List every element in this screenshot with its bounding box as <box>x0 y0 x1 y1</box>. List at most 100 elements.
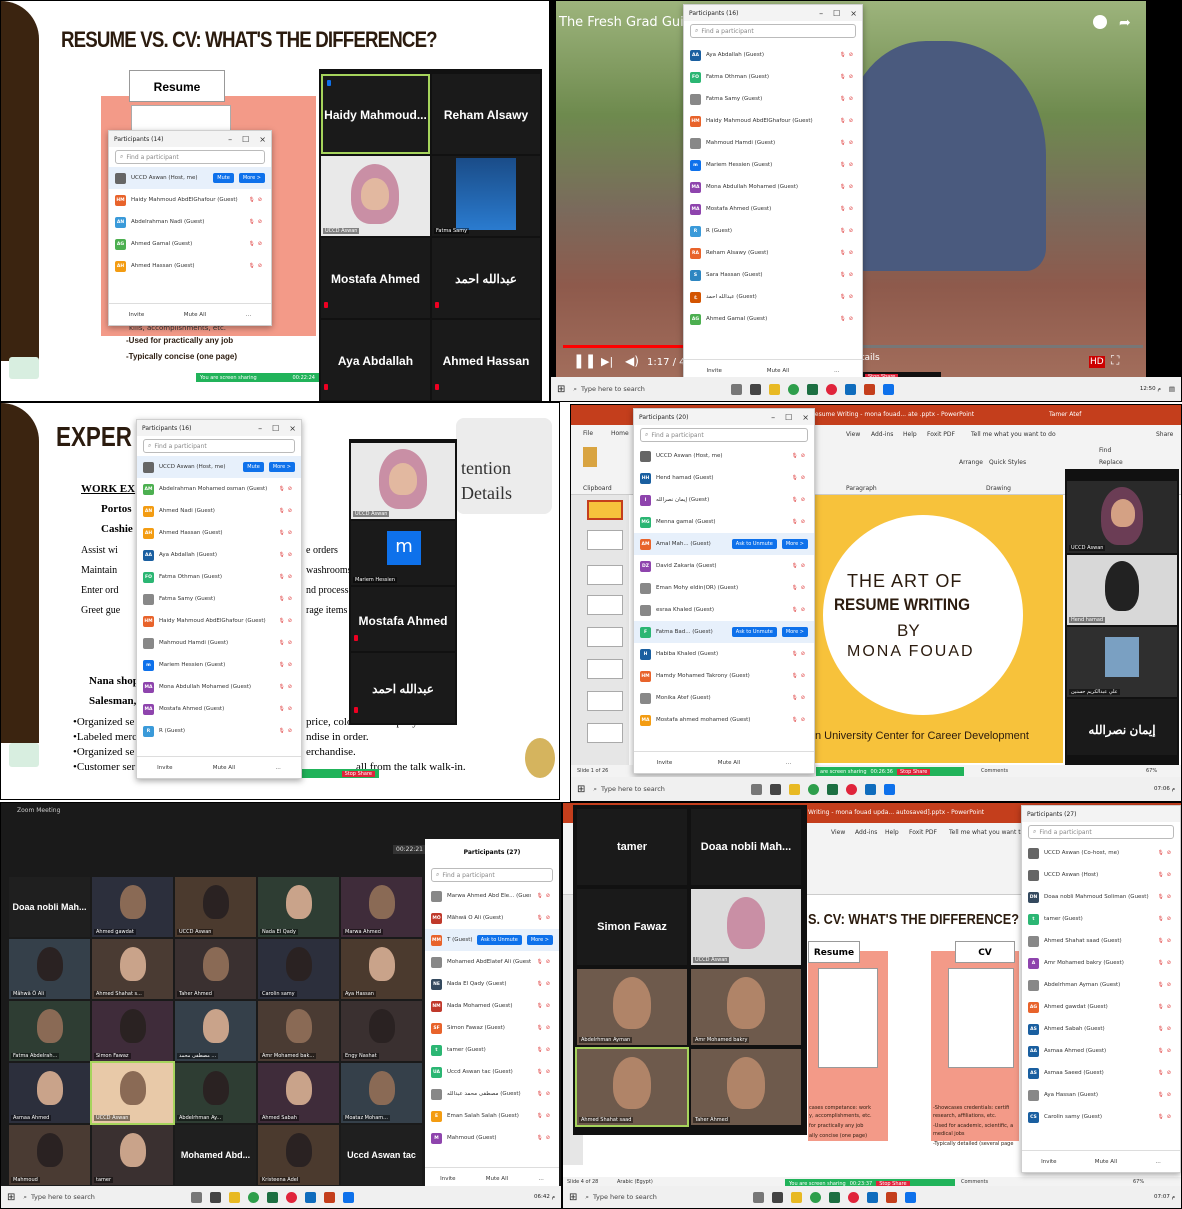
participant-row[interactable]: MA Mostafa Ahmed (Guest) 🎙︎⊘ <box>684 198 862 220</box>
search-input[interactable]: ⌕ Find a participant <box>115 150 265 164</box>
excel-icon[interactable] <box>829 1191 841 1203</box>
video-tile[interactable]: Mahmoud <box>9 1125 90 1185</box>
unmute-button[interactable]: Mute <box>243 462 264 472</box>
chrome-icon[interactable] <box>248 1191 260 1203</box>
mic-muted-icon[interactable]: 🎙︎⊘ <box>1157 894 1174 900</box>
minimize-icon[interactable]: – <box>258 424 262 433</box>
search-input[interactable]: ⌕ Find a participant <box>690 24 856 38</box>
video-tile[interactable]: Simon Fawaz <box>92 1001 173 1061</box>
minimize-icon[interactable]: – <box>771 413 775 422</box>
video-tile-camera[interactable]: UCCD Aswan <box>321 156 430 236</box>
mic-muted-icon[interactable]: 🎙︎⊘ <box>791 717 808 723</box>
mic-muted-icon[interactable]: 🎙︎⊘ <box>791 695 808 701</box>
participant-row[interactable]: R R (Guest) 🎙︎⊘ <box>684 220 862 242</box>
video-tile[interactable]: Ahmed Shahat s... <box>92 939 173 999</box>
share-button[interactable]: Share <box>1156 431 1173 438</box>
mic-muted-icon[interactable]: 🎙︎⊘ <box>536 1003 553 1009</box>
store-icon[interactable] <box>210 1191 222 1203</box>
menu-foxit[interactable]: Foxit PDF <box>909 829 937 836</box>
excel-icon[interactable] <box>827 783 839 795</box>
participant-row[interactable]: F Fatma Bad... (Guest) Ask to Unmute More > <box>634 621 814 643</box>
video-tile[interactable]: Ahmed Sabah <box>258 1063 339 1123</box>
more-icon[interactable]: … <box>538 1176 544 1182</box>
mic-muted-icon[interactable]: 🎙︎⊘ <box>1157 850 1174 856</box>
video-tile[interactable]: Aya Hassan <box>341 939 422 999</box>
outlook-icon[interactable] <box>845 383 857 395</box>
participant-row[interactable]: A Amr Mohamed bakry (Guest) 🎙︎⊘ <box>1022 952 1180 974</box>
video-tile[interactable]: tamer <box>577 809 687 885</box>
explorer-icon[interactable] <box>229 1191 241 1203</box>
mic-muted-icon[interactable]: 🎙︎⊘ <box>1157 1070 1174 1076</box>
close-icon[interactable]: × <box>850 9 857 18</box>
more-icon[interactable]: … <box>275 765 281 771</box>
excel-icon[interactable] <box>267 1191 279 1203</box>
participant-row[interactable]: UA Uccd Aswan tac (Guest) 🎙︎⊘ <box>425 1061 559 1083</box>
video-tile[interactable]: Abdelrhman Ay... <box>175 1063 256 1123</box>
opera-icon[interactable] <box>286 1191 298 1203</box>
video-tile[interactable]: Mostafa Ahmed <box>321 238 430 318</box>
menu-view[interactable]: View <box>831 829 845 836</box>
mic-muted-icon[interactable]: 🎙︎⊘ <box>791 585 808 591</box>
video-tile[interactable]: Fatma Abdelrah... <box>9 1001 90 1061</box>
mic-muted-icon[interactable]: 🎙︎⊘ <box>839 250 856 256</box>
participant-row[interactable]: HH Hend hamad (Guest) 🎙︎⊘ <box>634 467 814 489</box>
share-icon[interactable]: ➦ <box>1119 15 1131 31</box>
zoom-icon[interactable] <box>343 1191 355 1203</box>
participant-row[interactable]: MM T (Guest) Ask to Unmute More > <box>425 929 559 951</box>
mic-muted-icon[interactable]: 🎙︎⊘ <box>536 1113 553 1119</box>
mic-muted-icon[interactable]: 🎙︎⊘ <box>1157 982 1174 988</box>
participant-row[interactable]: NM Nada Mohamed (Guest) 🎙︎⊘ <box>425 995 559 1017</box>
store-icon[interactable] <box>750 383 762 395</box>
mic-muted-icon[interactable]: 🎙︎⊘ <box>839 206 856 212</box>
stop-share-button[interactable]: Stop Share <box>341 770 375 777</box>
more-icon[interactable]: … <box>834 368 840 374</box>
slide-thumb[interactable] <box>587 691 623 711</box>
windows-start-icon[interactable]: ⊞ <box>569 1192 577 1203</box>
outlook-icon[interactable] <box>867 1191 879 1203</box>
unmute-button[interactable]: Ask to Unmute <box>731 627 777 637</box>
participant-row[interactable]: Mahmoud Hamdi (Guest) 🎙︎⊘ <box>137 632 301 654</box>
mic-muted-icon[interactable]: 🎙︎⊘ <box>791 497 808 503</box>
excel-icon[interactable] <box>807 383 819 395</box>
zoom-icon[interactable] <box>883 383 895 395</box>
video-tile[interactable]: Abdelrhman Ayman <box>577 969 687 1045</box>
participant-row[interactable]: HM Hamdy Mohamed Takrony (Guest) 🎙︎⊘ <box>634 665 814 687</box>
mic-muted-icon[interactable]: 🎙︎⊘ <box>278 486 295 492</box>
store-icon[interactable] <box>772 1191 784 1203</box>
slide-thumb[interactable] <box>587 627 623 647</box>
video-tile[interactable]: UCCD Aswan <box>175 877 256 937</box>
participant-row[interactable]: E Eman Salah Salah (Guest) 🎙︎⊘ <box>425 1105 559 1127</box>
screen-share-bar[interactable]: You are screen sharing 00:22:24 <box>196 373 319 382</box>
mic-muted-icon[interactable]: 🎙︎⊘ <box>1157 1092 1174 1098</box>
mic-muted-icon[interactable]: 🎙︎⊘ <box>278 728 295 734</box>
unmute-button[interactable]: Ask to Unmute <box>476 935 522 945</box>
participant-row[interactable]: HM Haidy Mahmoud AbdElGhafour (Guest) 🎙︎⊘ <box>684 110 862 132</box>
notification-icon[interactable]: ▤ <box>1169 385 1175 393</box>
participant-row[interactable]: Mohamed AbdElatef Ali (Guest) 🎙︎⊘ <box>425 951 559 973</box>
video-tile-camera[interactable]: Hend hamad <box>1067 555 1177 625</box>
participant-row[interactable]: UCCD Aswan (Host, me) 🎙︎⊘ <box>634 445 814 467</box>
video-tile[interactable]: Ahmed Hassan <box>432 320 540 400</box>
participant-row[interactable]: t tamer (Guest) 🎙︎⊘ <box>425 1039 559 1061</box>
quick-styles-button[interactable]: Quick Styles <box>989 459 1026 466</box>
stop-share-button[interactable]: Stop Share <box>896 768 931 775</box>
participant-row[interactable]: AS Ahmed Sabah (Guest) 🎙︎⊘ <box>1022 1018 1180 1040</box>
arrange-button[interactable]: Arrange <box>959 459 983 466</box>
zoom-level[interactable]: 67% <box>1133 1179 1144 1185</box>
mic-muted-icon[interactable]: 🎙︎⊘ <box>536 1069 553 1075</box>
participant-row[interactable]: AM Abdelrahman Mohamed osman (Guest) 🎙︎⊘ <box>137 478 301 500</box>
opera-icon[interactable] <box>826 383 838 395</box>
participant-row[interactable]: SF Simon Fawaz (Guest) 🎙︎⊘ <box>425 1017 559 1039</box>
menu-view[interactable]: View <box>846 431 860 438</box>
video-tile[interactable]: عبدالله احمد <box>351 653 455 723</box>
powerpoint-icon[interactable] <box>864 383 876 395</box>
invite-button[interactable]: Invite <box>157 765 172 771</box>
participant-row[interactable]: Fatma Samy (Guest) 🎙︎⊘ <box>137 588 301 610</box>
slide-thumb[interactable] <box>587 595 623 615</box>
mic-muted-icon[interactable]: 🎙︎⊘ <box>839 162 856 168</box>
zoom-level[interactable]: 67% <box>1146 768 1157 774</box>
more-icon[interactable]: … <box>246 312 252 318</box>
volume-icon[interactable]: ◀) <box>625 354 639 368</box>
maximize-icon[interactable]: ☐ <box>272 424 279 433</box>
windows-start-icon[interactable]: ⊞ <box>577 784 585 795</box>
